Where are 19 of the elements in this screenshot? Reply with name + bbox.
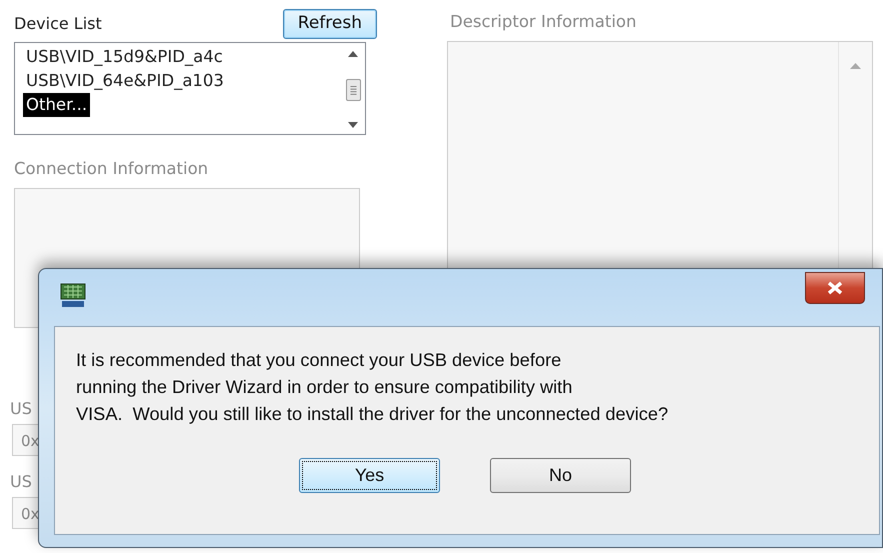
device-list-item[interactable]: Other... <box>23 93 90 117</box>
scroll-down-icon[interactable] <box>348 122 358 128</box>
refresh-button[interactable]: Refresh <box>282 8 377 38</box>
scroll-thumb-icon[interactable] <box>346 78 360 100</box>
field-label: US <box>10 470 32 493</box>
device-list-label: Device List <box>14 12 102 34</box>
field-label: US <box>10 398 32 420</box>
dialog-button[interactable]: Yes <box>299 458 440 493</box>
descriptor-information-label: Descriptor Information <box>450 11 638 33</box>
device-list-item[interactable]: USB\VID_64e&PID_a103 <box>23 69 227 93</box>
close-button[interactable] <box>805 272 865 304</box>
app-icon <box>59 281 87 309</box>
dialog-button[interactable]: No <box>490 458 631 493</box>
device-list-item[interactable]: USB\VID_15d9&PID_a4c <box>23 45 226 69</box>
close-icon <box>827 281 843 295</box>
dialog-message: It is recommended that you connect your USB device before running the Driver Wizard in order to ensure compatibility with VISA. Would you still like to install the driver for the unconnected device? <box>76 349 670 426</box>
scroll-up-icon[interactable] <box>348 51 358 57</box>
connection-information-label: Connection Information <box>14 158 210 180</box>
device-listbox[interactable]: USB\VID_15d9&PID_a4c USB\VID_64e&PID_a103 Other... <box>14 42 366 135</box>
